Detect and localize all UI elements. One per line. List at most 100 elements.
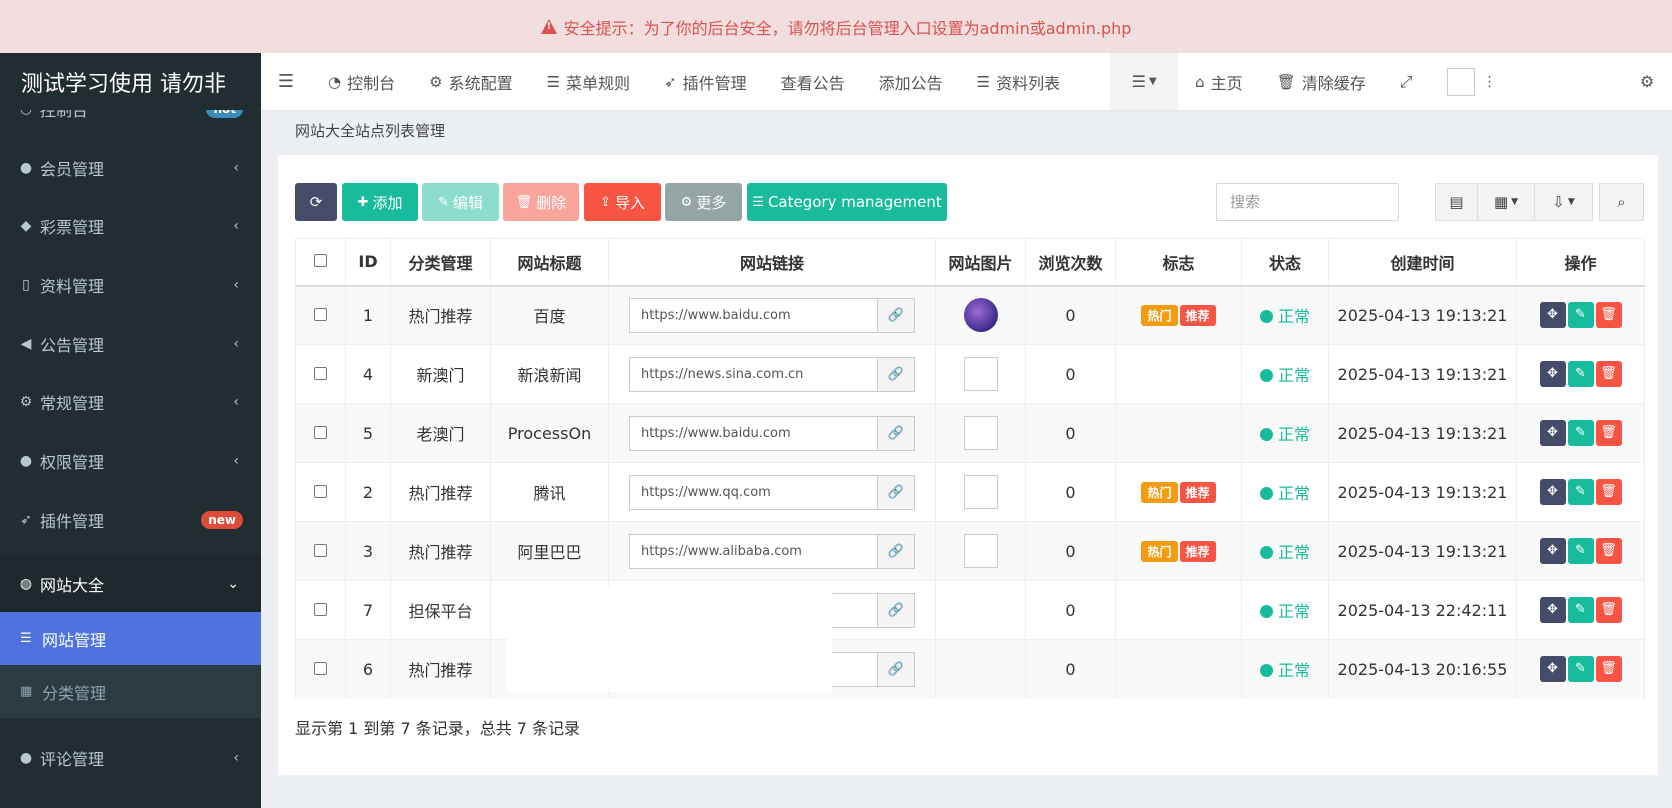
row-checkbox[interactable] [295,521,346,581]
nav-tab-dashboard[interactable]: ◔ 控制台 [311,53,412,110]
edit-button[interactable]: ✎ 编辑 [422,183,499,221]
row-edit-button[interactable]: ✎ [1567,302,1594,329]
broken-image-icon[interactable] [963,416,998,450]
row-delete-button[interactable]: 🗑 [1595,479,1622,505]
url-field[interactable]: https://www.baidu.com [629,415,877,451]
sidebar-item-materials[interactable]: ▯ 资料管理 ‹ [0,256,261,314]
columns-dropdown-button[interactable]: ▦ ▼ [1477,183,1535,221]
fullscreen-button[interactable]: ⤢ [1383,53,1430,110]
row-delete-button[interactable]: 🗑 [1595,361,1622,387]
category-management-button[interactable]: ☰ Category management [747,183,947,221]
drag-sort-button[interactable]: ✥ [1539,479,1566,505]
sidebar-item-plugins[interactable]: ➶ 插件管理 new [0,491,261,549]
nav-home-link[interactable]: ⌂ 主页 [1178,53,1260,110]
open-link-button[interactable]: 🔗 [877,533,915,569]
row-edit-button[interactable]: ✎ [1567,420,1594,446]
open-link-button[interactable]: 🔗 [877,651,915,687]
column-header[interactable]: 状态 [1241,238,1329,287]
search-input[interactable] [1216,183,1399,221]
table-row[interactable]: 5 老澳门 ProcessOn https://www.baidu.com 🔗 0 正常 20… [295,403,1645,463]
broken-image-icon[interactable] [963,534,998,568]
column-header[interactable]: 分类管理 [390,238,491,287]
column-header[interactable]: ID [345,238,391,287]
column-header[interactable]: 标志 [1115,238,1242,287]
column-header[interactable]: 操作 [1516,238,1645,287]
row-edit-button[interactable]: ✎ [1567,597,1594,623]
row-checkbox[interactable] [295,580,346,640]
nav-more-dropdown[interactable]: ☰ ▼ [1110,53,1179,110]
table-row[interactable]: 7 担保平台 🔗 0 正常 2025-04-13 22:42:11 ✥ ✎ 🗑 [295,580,1645,640]
site-logo-image[interactable] [963,298,998,333]
sidebar-item-websites[interactable]: ◍ 网站大全 ⌄ [0,555,261,613]
sidebar-toggle-button[interactable]: ☰ [261,53,311,110]
url-field[interactable]: https://www.qq.com [629,474,877,510]
drag-sort-button[interactable]: ✥ [1539,597,1566,623]
row-edit-button[interactable]: ✎ [1567,538,1594,564]
control-sidebar-button[interactable]: ⚙ [1622,53,1672,110]
table-row[interactable]: 2 热门推荐 腾讯 https://www.qq.com 🔗 0 热门 推荐 正常 2025-04… [295,462,1645,522]
table-row[interactable]: 1 热门推荐 百度 https://www.baidu.com 🔗 0 热门 推荐 正常 2025… [295,285,1645,345]
url-field[interactable]: https://news.sina.com.cn [629,356,877,392]
refresh-button[interactable]: ⟳ [295,183,337,221]
sidebar-item-members[interactable]: ● 会员管理 ‹ [0,139,261,197]
column-header[interactable]: 浏览次数 [1025,238,1116,287]
open-link-button[interactable]: 🔗 [877,297,915,333]
sidebar-item-general[interactable]: ⚙ 常规管理 ‹ [0,373,261,431]
nav-tab-system-config[interactable]: ⚙ 系统配置 [412,53,529,110]
nav-tab-materials-list[interactable]: ☰ 资料列表 [960,53,1077,110]
open-link-button[interactable]: 🔗 [877,474,915,510]
row-checkbox[interactable] [295,462,346,522]
drag-sort-button[interactable]: ✥ [1539,302,1566,329]
sidebar-subitem-site-management[interactable]: ☰ 网站管理 [0,612,261,665]
brand-logo[interactable]: 测试学习使用 请勿非 [0,53,261,110]
more-button[interactable]: ⚙ 更多 [665,183,742,221]
drag-sort-button[interactable]: ✥ [1539,420,1566,446]
column-header[interactable]: 网站图片 [935,238,1026,287]
sidebar-item-lottery[interactable]: ◆ 彩票管理 ‹ [0,197,261,255]
row-edit-button[interactable]: ✎ [1567,479,1594,505]
drag-sort-button[interactable]: ✥ [1539,538,1566,564]
row-delete-button[interactable]: 🗑 [1595,656,1622,683]
user-menu[interactable]: ⋮ [1430,53,1514,110]
open-link-button[interactable]: 🔗 [877,356,915,392]
broken-image-icon[interactable] [963,357,998,391]
url-field[interactable]: https://www.alibaba.com [629,533,877,569]
url-field[interactable]: https://www.baidu.com [629,297,877,333]
column-header[interactable]: 网站链接 [608,238,936,287]
row-checkbox[interactable] [295,639,346,699]
nav-tab-add-announcement[interactable]: 添加公告 [862,53,960,110]
import-button[interactable]: ⇪ 导入 [584,183,661,221]
broken-image-icon[interactable] [963,475,998,509]
drag-sort-button[interactable]: ✥ [1539,361,1566,387]
row-checkbox[interactable] [295,403,346,463]
open-link-button[interactable]: 🔗 [877,592,915,628]
table-row[interactable]: 6 热门推荐 🔗 0 正常 2025-04-13 20:16:55 ✥ ✎ 🗑 [295,639,1645,699]
column-header[interactable]: 网站标题 [490,238,609,287]
row-delete-button[interactable]: 🗑 [1595,538,1622,564]
toggle-view-button[interactable]: ▤ [1435,183,1478,221]
row-checkbox[interactable] [295,344,346,404]
row-checkbox[interactable] [295,285,346,345]
sidebar-item-comments[interactable]: ● 评论管理 ‹ [0,729,261,787]
select-all-checkbox[interactable] [295,238,346,287]
table-row[interactable]: 3 热门推荐 阿里巴巴 https://www.alibaba.com 🔗 0 热门 推荐 正常… [295,521,1645,581]
nav-tab-plugins[interactable]: ➶ 插件管理 [647,53,764,110]
sidebar-item-permissions[interactable]: ● 权限管理 ‹ [0,432,261,490]
sidebar-subitem-category-management[interactable]: ▦ 分类管理 [0,665,261,718]
nav-tab-menu-rules[interactable]: ☰ 菜单规则 [530,53,647,110]
add-button[interactable]: ✚ 添加 [342,183,418,221]
row-delete-button[interactable]: 🗑 [1595,302,1622,329]
row-delete-button[interactable]: 🗑 [1595,420,1622,446]
row-edit-button[interactable]: ✎ [1567,361,1594,387]
row-edit-button[interactable]: ✎ [1567,656,1594,683]
row-delete-button[interactable]: 🗑 [1595,597,1622,623]
advanced-search-button[interactable]: ⌕ [1599,183,1644,221]
open-link-button[interactable]: 🔗 [877,415,915,451]
drag-sort-button[interactable]: ✥ [1539,656,1566,683]
table-row[interactable]: 4 新澳门 新浪新闻 https://news.sina.com.cn 🔗 0 正常 2025… [295,344,1645,404]
export-dropdown-button[interactable]: ⇩ ▼ [1534,183,1593,221]
sidebar-item-announcements[interactable]: ◀ 公告管理 ‹ [0,315,261,373]
delete-button[interactable]: 🗑 删除 [503,183,579,221]
nav-tab-view-announcements[interactable]: 查看公告 [764,53,862,110]
nav-clear-cache[interactable]: 🗑 清除缓存 [1260,53,1383,110]
